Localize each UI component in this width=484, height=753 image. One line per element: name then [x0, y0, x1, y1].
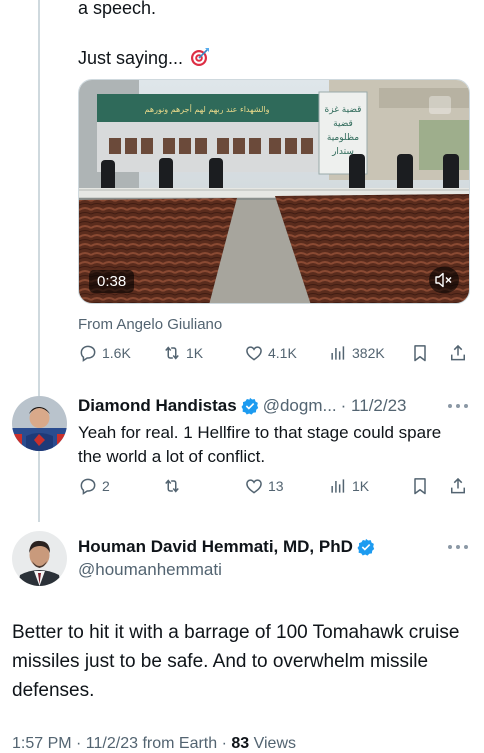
repost-button[interactable]: 1K	[162, 343, 203, 363]
tweet-meta: 1:57 PM · 11/2/23 from Earth · 83 Views	[12, 735, 296, 753]
tweet-text-saying: Just saying...	[78, 48, 184, 68]
avatar-houman-hemmati[interactable]	[12, 531, 67, 586]
share-icon	[451, 477, 465, 494]
more-options-button[interactable]	[448, 544, 468, 550]
main-author-row: Houman David Hemmati, MD, PhD	[78, 537, 379, 557]
author-handle[interactable]: @dogm...	[263, 396, 337, 416]
video-duration: 0:38	[89, 270, 135, 293]
reply-action-bar: 2 13 1K	[78, 476, 470, 500]
author-name[interactable]: Houman David Hemmati, MD, PhD	[78, 537, 353, 557]
views-bar-chart-icon	[331, 479, 345, 493]
views-bar-chart-icon	[331, 346, 345, 360]
tweet-date[interactable]: · 11/2/23	[341, 396, 407, 416]
direct-hit-target-icon	[191, 48, 210, 66]
heart-icon	[246, 479, 262, 494]
reply-button[interactable]: 2	[78, 476, 110, 496]
avatar-diamond-handistas[interactable]	[12, 396, 67, 451]
like-button[interactable]: 4.1K	[244, 343, 297, 363]
views-count: 83	[231, 735, 250, 752]
views-label: Views	[249, 735, 296, 752]
verified-badge-icon[interactable]	[357, 538, 375, 556]
avatar-image	[12, 396, 67, 451]
more-options-button[interactable]	[448, 403, 468, 409]
like-count: 4.1K	[268, 345, 297, 361]
banner-text: والشهداء عند ربهم لهم أجرهم ونورهم	[145, 104, 270, 114]
speaker-muted-icon	[435, 272, 452, 288]
reply-icon	[80, 345, 96, 362]
repost-count: 1K	[186, 345, 204, 361]
heart-icon	[246, 346, 262, 361]
video-player[interactable]: والشهداء عند ربهم لهم أجرهم ونورهم قضية …	[78, 79, 470, 304]
reply-text: Yeah for real. 1 Hellfire to that stage …	[78, 423, 442, 466]
views-button[interactable]: 1K	[328, 476, 369, 496]
video-source-label[interactable]: From Angelo Giuliano	[78, 316, 222, 333]
video-thumbnail: والشهداء عند ربهم لهم أجرهم ونورهم قضية …	[79, 80, 469, 303]
share-icon	[451, 344, 465, 361]
author-name[interactable]: Diamond Handistas	[78, 396, 237, 416]
avatar-image	[12, 531, 67, 586]
main-handle-row: @houmanhemmati	[78, 560, 222, 580]
repost-icon	[165, 346, 179, 360]
like-button[interactable]: 13	[244, 476, 284, 496]
views-button[interactable]: 382K	[328, 343, 385, 363]
main-tweet-text: Better to hit it with a barrage of 100 T…	[12, 622, 460, 701]
like-count: 13	[268, 478, 284, 494]
reply-count: 1.6K	[102, 345, 131, 361]
bookmark-icon	[414, 345, 426, 362]
reply-button[interactable]: 1.6K	[78, 343, 131, 363]
share-button[interactable]	[448, 476, 468, 496]
mute-toggle-button[interactable]	[429, 267, 459, 293]
tweet-text-continuation: a speech.	[78, 0, 157, 18]
bookmark-button[interactable]	[410, 343, 430, 363]
bookmark-icon	[414, 478, 426, 495]
repost-icon	[165, 479, 179, 493]
timestamp-and-source[interactable]: 1:57 PM · 11/2/23 from Earth ·	[12, 735, 231, 752]
reply-author-row: Diamond Handistas @dogm... · 11/2/23	[78, 396, 407, 416]
verified-badge-icon[interactable]	[241, 397, 259, 415]
sign-text-1: قضية غزة	[325, 105, 362, 115]
share-button[interactable]	[448, 343, 468, 363]
tweet-action-bar: 1.6K 1K 4.1K 382K	[78, 343, 470, 367]
reply-count: 2	[102, 478, 110, 494]
bookmark-button[interactable]	[410, 476, 430, 496]
author-handle[interactable]: @houmanhemmati	[78, 560, 222, 580]
reply-icon	[80, 478, 96, 495]
sign-text-2: قضية	[333, 119, 353, 129]
views-count: 1K	[352, 478, 370, 494]
repost-button[interactable]	[162, 476, 186, 496]
views-count: 382K	[352, 345, 385, 361]
sign-text-3: مظلومية	[327, 133, 359, 143]
tweet-text-line: Just saying...	[78, 46, 210, 70]
